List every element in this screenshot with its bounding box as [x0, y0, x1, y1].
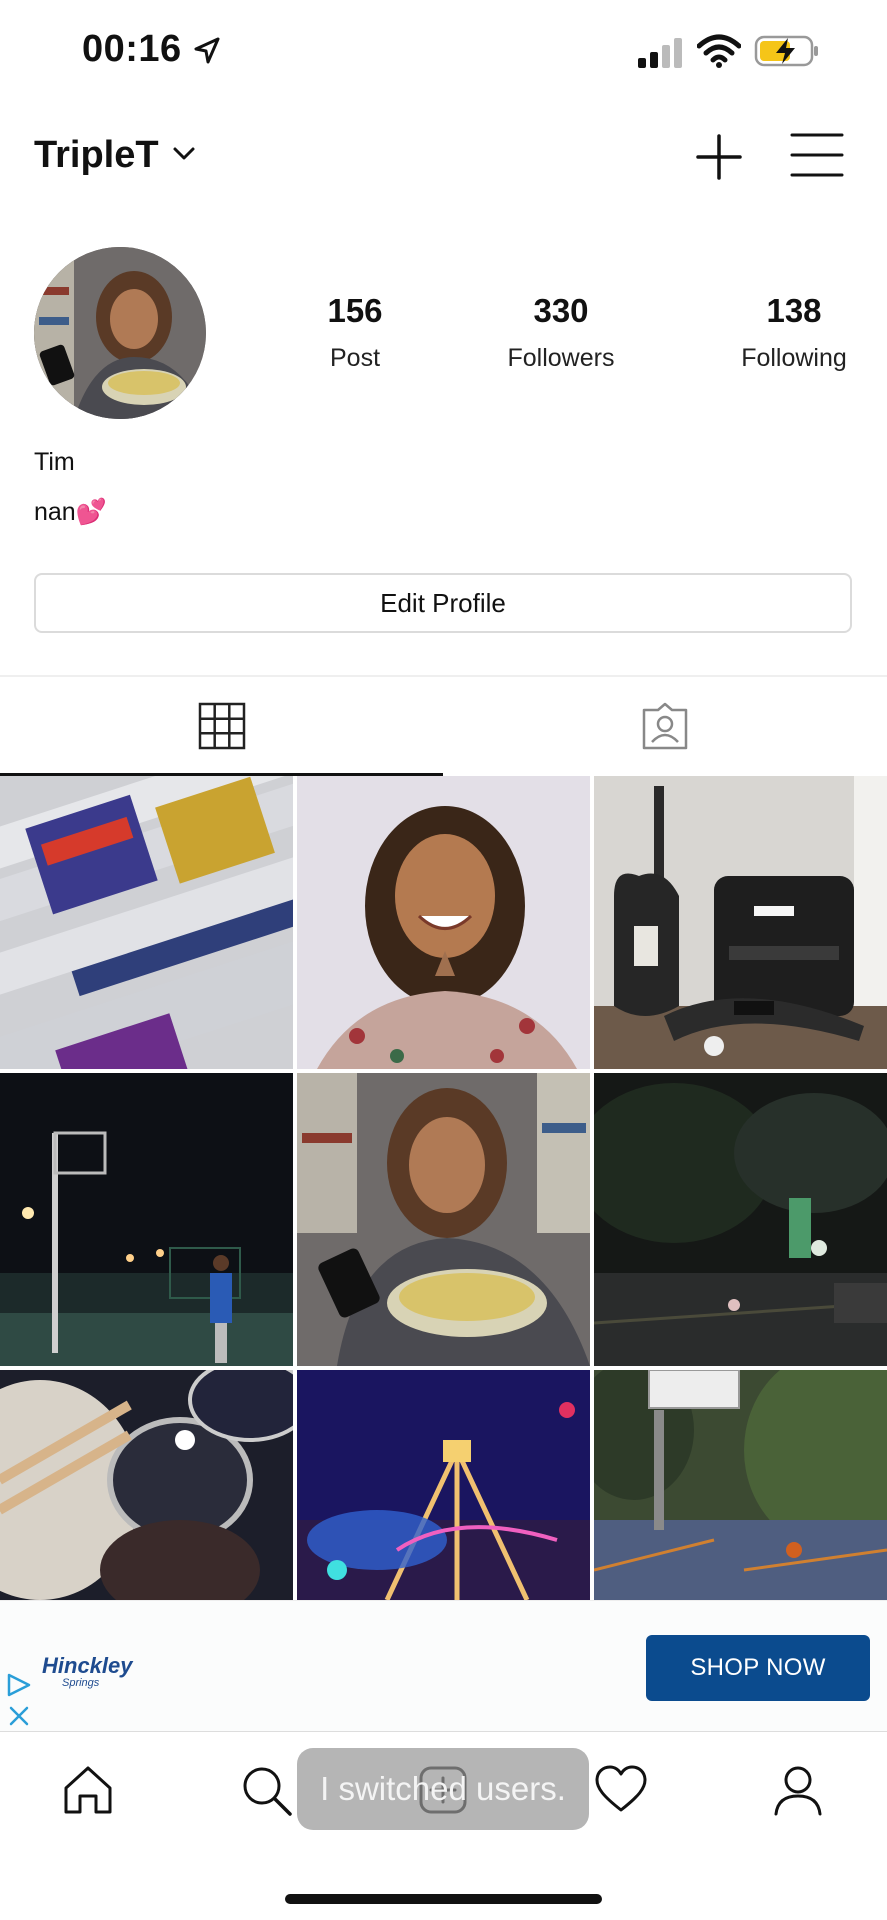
grid-icon: [198, 702, 245, 750]
avatar[interactable]: [34, 247, 206, 419]
profile-bio: nan💕: [34, 498, 107, 526]
stat-followers-label: Followers: [507, 344, 615, 372]
edit-profile-button[interactable]: Edit Profile: [34, 573, 852, 633]
tab-tagged[interactable]: [443, 677, 887, 775]
search-icon[interactable]: [238, 1762, 294, 1818]
grid-post[interactable]: [594, 1073, 887, 1366]
profile-username[interactable]: TripleT: [34, 134, 159, 177]
shop-now-button[interactable]: SHOP NOW: [646, 1635, 870, 1701]
stat-followers-value: 330: [533, 292, 589, 329]
stat-posts-value: 156: [327, 292, 383, 329]
grid-post[interactable]: [0, 1073, 293, 1366]
stat-following-value: 138: [766, 292, 822, 329]
heart-icon[interactable]: [593, 1762, 649, 1818]
new-post-button[interactable]: [694, 132, 744, 182]
status-time: 00:16: [82, 28, 182, 70]
ad-banner[interactable]: Hinckley Springs SHOP NOW: [0, 1600, 887, 1732]
photo-grid: [0, 776, 887, 1600]
wifi-icon: [697, 34, 741, 68]
tagged-person-icon: [642, 702, 688, 750]
ad-close-icon[interactable]: [8, 1705, 30, 1727]
ad-brand-sub: Springs: [62, 1677, 100, 1689]
grid-post[interactable]: [0, 1370, 293, 1600]
stat-posts-label: Post: [329, 344, 381, 372]
grid-post[interactable]: [0, 776, 293, 1069]
home-icon[interactable]: [60, 1762, 116, 1818]
menu-icon[interactable]: [790, 132, 844, 178]
grid-post[interactable]: [297, 1370, 590, 1600]
profile-icon[interactable]: [770, 1762, 826, 1818]
battery-charging-icon: [754, 35, 818, 67]
chevron-down-icon[interactable]: [172, 146, 196, 162]
stat-posts: 156 Post: [275, 292, 435, 373]
grid-post[interactable]: [297, 1073, 590, 1366]
stat-following-label: Following: [741, 344, 847, 372]
toast-message: I switched users.: [297, 1748, 589, 1830]
home-indicator[interactable]: [285, 1894, 602, 1904]
tab-grid[interactable]: [0, 677, 443, 775]
stat-following[interactable]: 138 Following: [714, 292, 874, 373]
grid-post[interactable]: [594, 776, 887, 1069]
grid-post[interactable]: [297, 776, 590, 1069]
ad-choices-icon[interactable]: [6, 1673, 32, 1697]
stat-followers[interactable]: 330 Followers: [481, 292, 641, 373]
location-arrow-icon: [194, 37, 220, 64]
ad-brand: Hinckley: [42, 1653, 133, 1678]
grid-post[interactable]: [594, 1370, 887, 1600]
cellular-signal-icon: [638, 38, 682, 68]
profile-name: Tim: [34, 448, 75, 476]
